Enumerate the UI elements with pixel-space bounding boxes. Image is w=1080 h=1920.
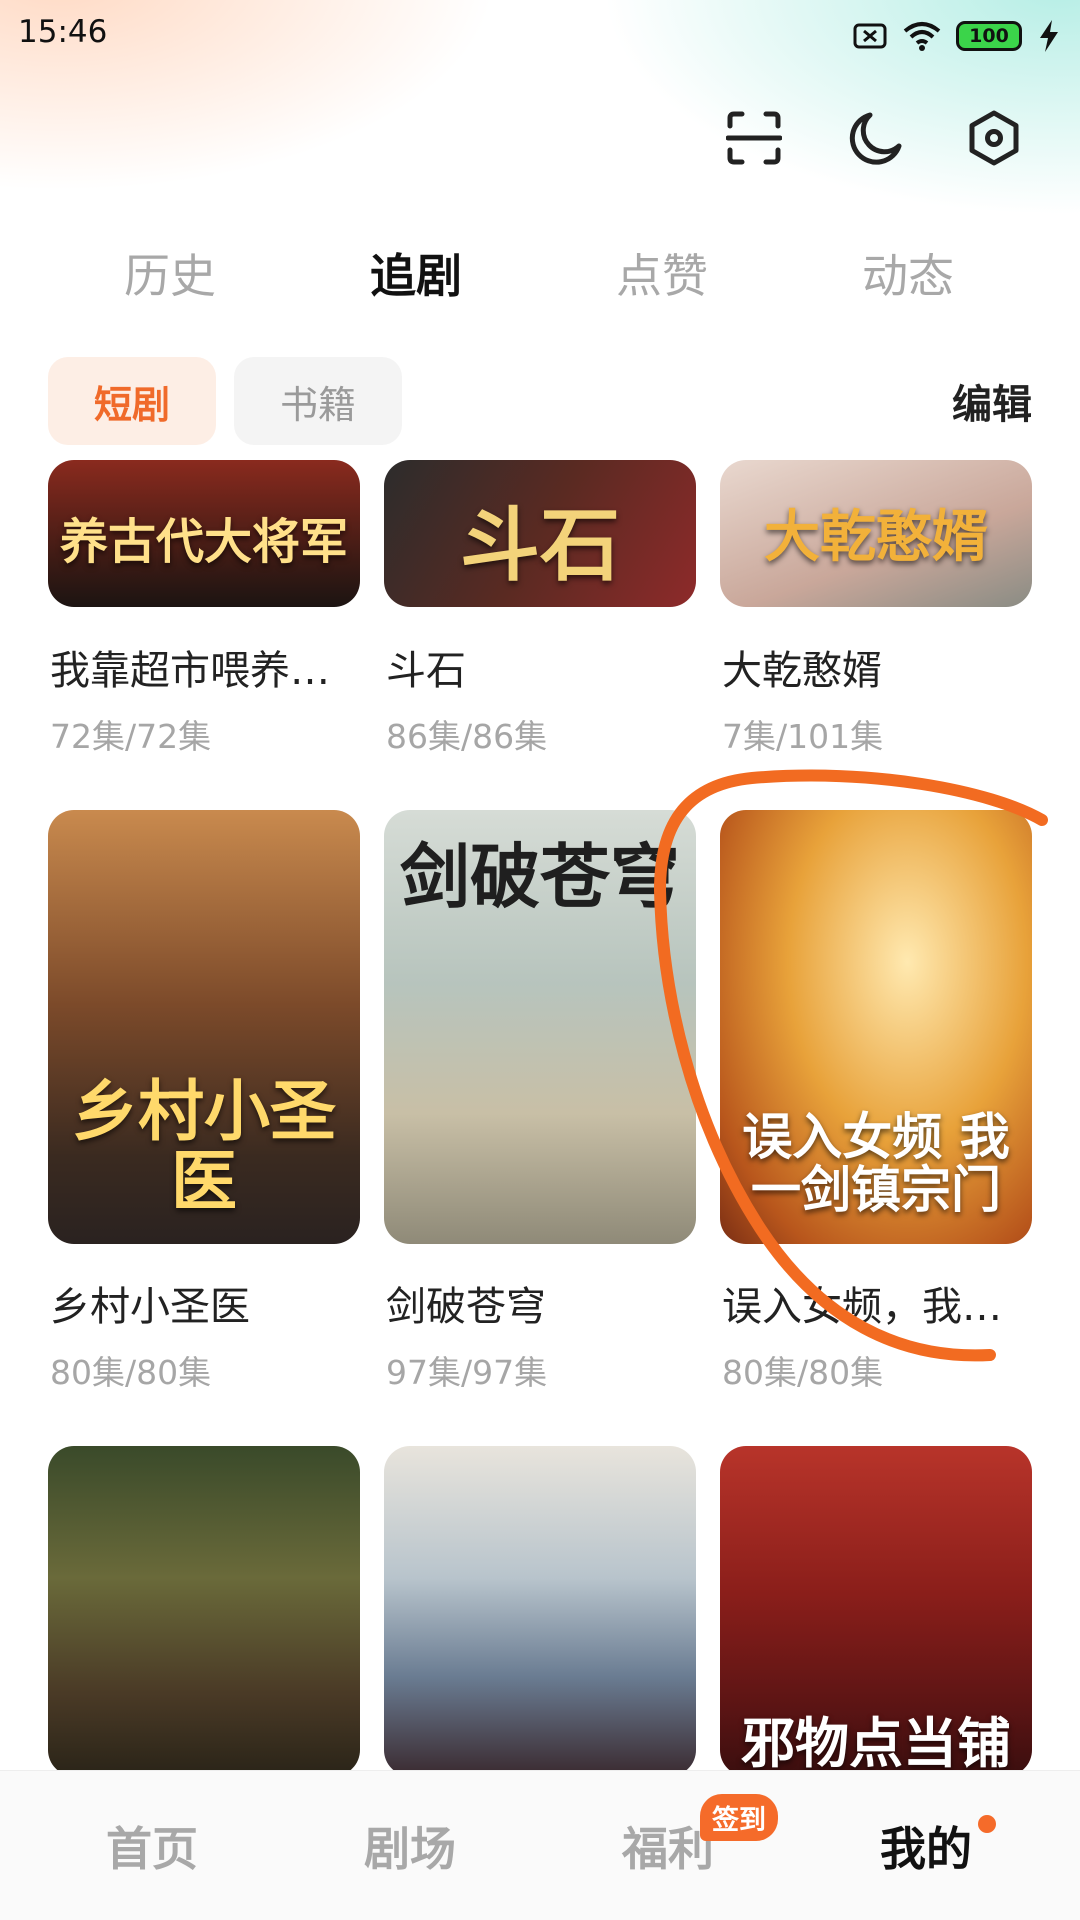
card-title: 乡村小圣医 (50, 1284, 250, 1330)
moon-icon[interactable] (848, 110, 904, 166)
wifi-icon (903, 22, 941, 51)
card-title: 大乾憨婿 (722, 648, 882, 694)
card-episodes: 80集/80集 (50, 1353, 212, 1392)
tab-activity[interactable]: 动态 (808, 240, 1008, 306)
poster-image (48, 1446, 360, 1770)
filter-books[interactable]: 书籍 (234, 357, 402, 445)
sim-off-icon (853, 23, 887, 49)
drama-grid: 养古代大将军 我靠超市喂养… 72集/72集 斗石 斗石 86集/86集 大乾憨… (0, 460, 1080, 1770)
poster-image: 养古代大将军 (48, 460, 360, 607)
card-episodes: 80集/80集 (722, 1353, 884, 1392)
card-title: 我靠超市喂养… (50, 648, 330, 694)
status-bar: 15:46 100 (0, 0, 1080, 72)
poster-image: 大乾憨婿 (720, 460, 1032, 607)
card-episodes: 7集/101集 (722, 717, 884, 756)
card-title: 剑破苍穹 (386, 1284, 546, 1330)
poster-image: 邪物点当铺 (720, 1446, 1032, 1770)
tab-following[interactable]: 追剧 (316, 240, 516, 306)
nav-theater[interactable]: 剧场 (310, 1813, 510, 1879)
nav-mine[interactable]: 我的 (826, 1813, 1026, 1879)
poster-image: 斗石 (384, 460, 696, 607)
status-icons: 100 (852, 16, 1062, 56)
scan-icon[interactable] (726, 110, 782, 166)
card-episodes: 72集/72集 (50, 717, 212, 756)
card-episodes: 97集/97集 (386, 1353, 548, 1392)
poster-image: 误入女频 我一剑镇宗门 (720, 810, 1032, 1244)
battery-indicator: 100 (956, 21, 1022, 51)
poster-image (384, 1446, 696, 1770)
bottom-nav: 首页 剧场 福利 我的 (0, 1770, 1080, 1920)
card-episodes: 86集/86集 (386, 717, 548, 756)
tab-history[interactable]: 历史 (70, 240, 270, 306)
edit-button[interactable]: 编辑 (952, 372, 1032, 430)
poster-image: 剑破苍穹 (384, 810, 696, 1244)
filter-short-drama[interactable]: 短剧 (48, 357, 216, 445)
checkin-badge: 签到 (700, 1794, 778, 1841)
tab-likes[interactable]: 点赞 (562, 240, 762, 306)
settings-icon[interactable] (966, 110, 1022, 166)
top-tabs: 历史 追剧 点赞 动态 (0, 240, 1080, 310)
poster-image: 乡村小圣医 (48, 810, 360, 1244)
charging-icon (1040, 20, 1058, 52)
notification-dot (978, 1815, 996, 1833)
nav-home[interactable]: 首页 (52, 1813, 252, 1879)
status-time: 15:46 (18, 14, 108, 50)
card-title: 误入女频，我… (722, 1284, 1002, 1330)
card-title: 斗石 (386, 648, 466, 694)
